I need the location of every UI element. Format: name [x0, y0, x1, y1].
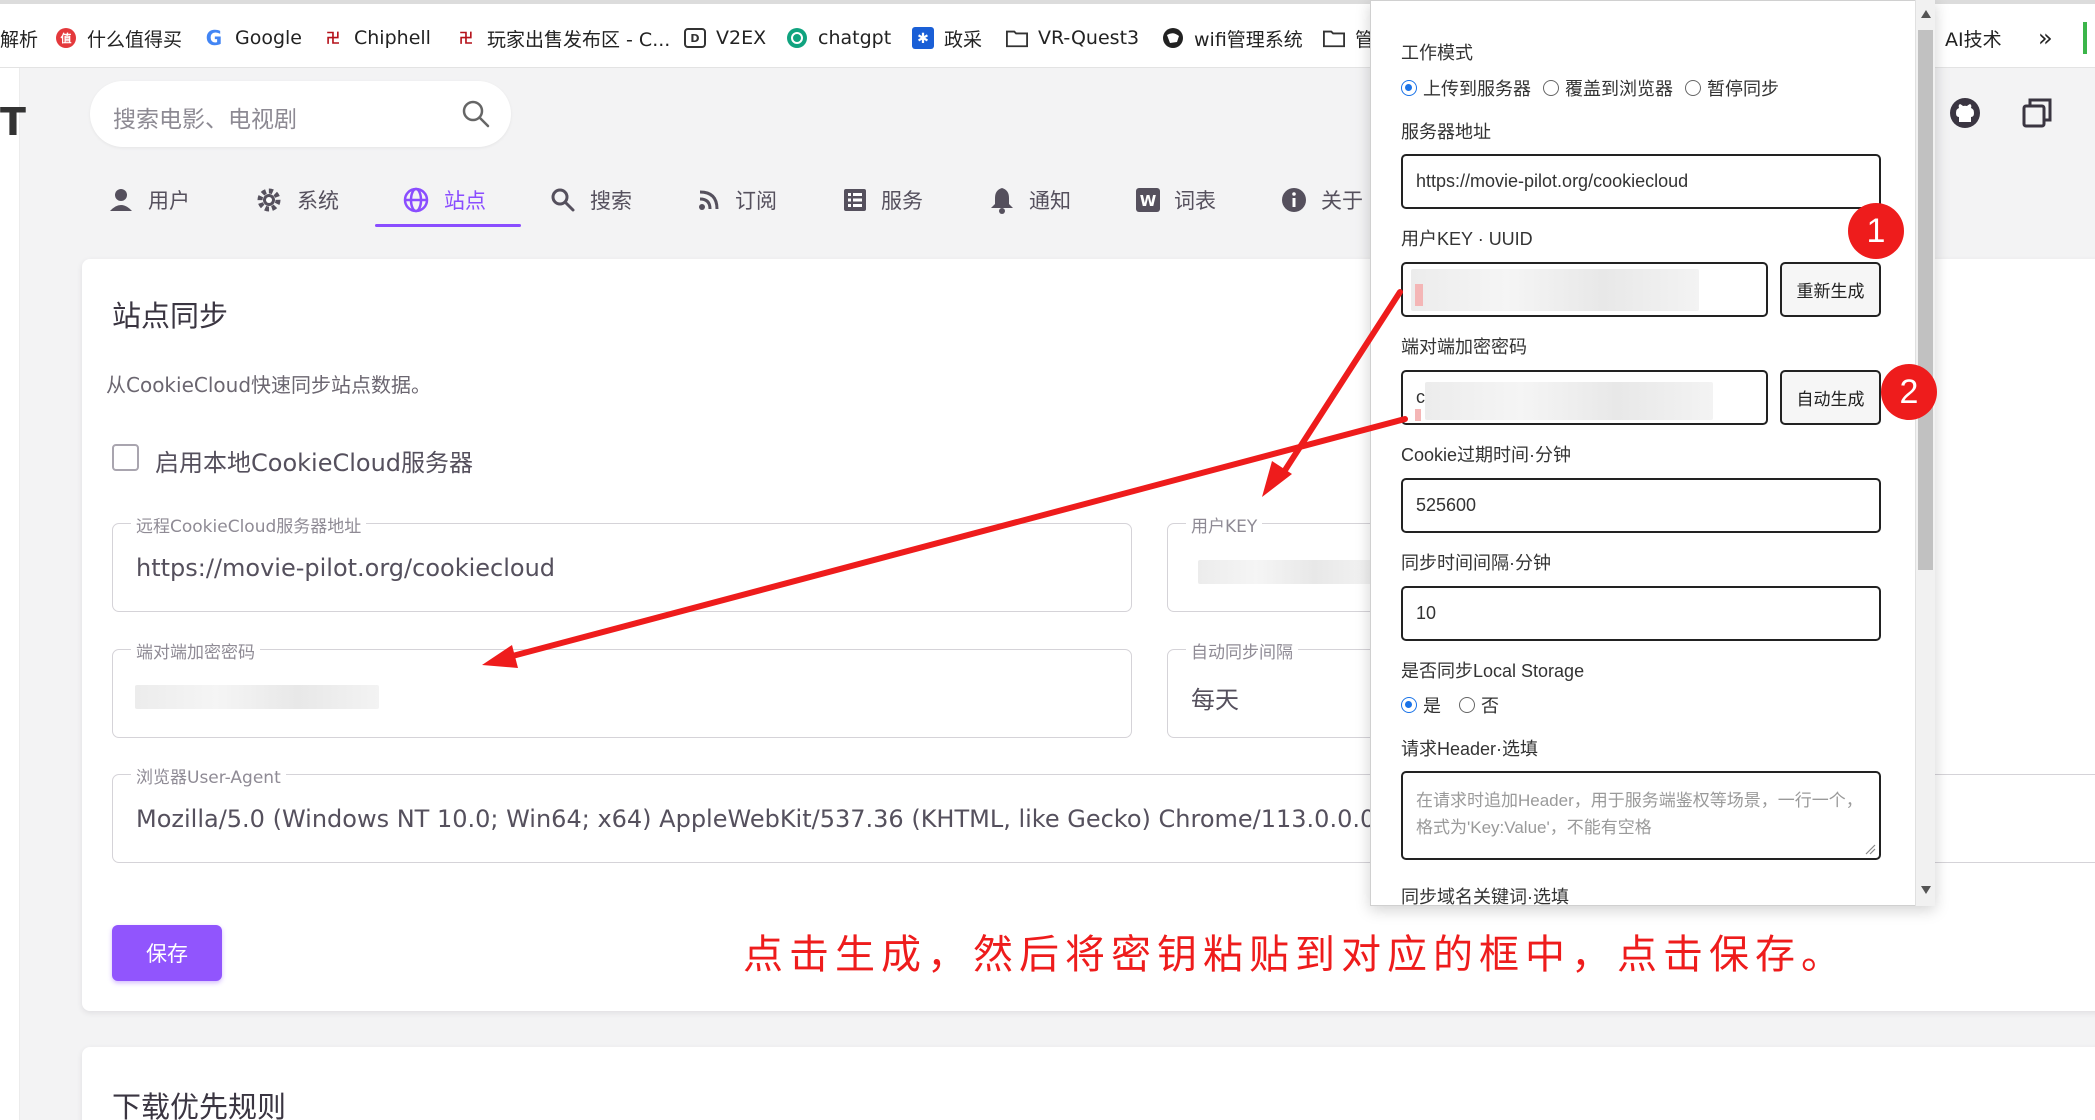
arrow-to-password	[502, 416, 1408, 661]
arrowhead	[482, 645, 518, 668]
step-badge-2: 2	[1881, 364, 1937, 420]
annotation-arrows	[482, 289, 1408, 668]
step-badge-1: 1	[1848, 203, 1904, 259]
